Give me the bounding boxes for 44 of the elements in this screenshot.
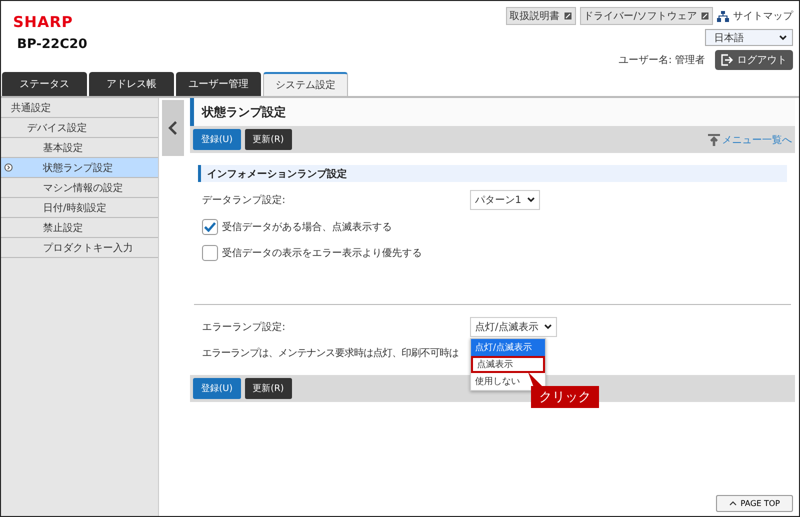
callout-pointer bbox=[528, 372, 544, 388]
logo: SHARP bbox=[13, 13, 74, 31]
pattern-select[interactable]: パターン1 bbox=[470, 190, 540, 210]
description-text: エラーランプは、メンテナンス要求時は点灯、印刷不可時は bbox=[202, 346, 458, 360]
chevron-down-icon bbox=[779, 34, 787, 40]
chevron-down-icon bbox=[527, 197, 536, 203]
page-top-button[interactable]: PAGE TOP bbox=[716, 495, 793, 512]
tab[interactable]: アドレス帳 bbox=[89, 72, 174, 96]
tab[interactable]: ステータス bbox=[2, 72, 87, 96]
user-name: ユーザー名: 管理者 bbox=[618, 54, 705, 67]
current-marker-icon bbox=[4, 163, 13, 172]
logout-icon bbox=[721, 54, 733, 66]
update-button[interactable]: 更新(R) bbox=[244, 378, 292, 399]
sitemap-link[interactable]: サイトマップ bbox=[733, 9, 793, 23]
field-label: エラーランプ設定: bbox=[202, 320, 286, 334]
page-title: 状態ランプ設定 bbox=[190, 98, 795, 126]
checkbox[interactable] bbox=[202, 219, 218, 235]
register-button[interactable]: 登録(U) bbox=[193, 129, 241, 150]
arrow-up-icon bbox=[707, 132, 721, 146]
dropdown-option[interactable]: 点灯/点滅表示 bbox=[471, 339, 545, 356]
collapse-button[interactable] bbox=[162, 100, 184, 156]
external-link-icon bbox=[701, 12, 709, 20]
chevron-down-icon bbox=[544, 324, 552, 330]
sidebar-item[interactable]: 状態ランプ設定 bbox=[1, 158, 158, 178]
tab[interactable]: システム設定 bbox=[263, 72, 348, 96]
tab[interactable]: ユーザー管理 bbox=[176, 72, 261, 96]
register-button[interactable]: 登録(U) bbox=[193, 378, 241, 399]
section-heading: インフォメーションランプ設定 bbox=[198, 165, 787, 182]
error-lamp-select[interactable]: 点灯/点滅表示 bbox=[470, 317, 558, 337]
checkbox-label: 受信データの表示をエラー表示より優先する bbox=[222, 246, 422, 260]
model-name: BP-22C20 bbox=[17, 37, 88, 52]
document-link[interactable]: 取扱説明書 bbox=[506, 7, 576, 25]
sitemap-icon bbox=[717, 10, 729, 22]
update-button[interactable]: 更新(R) bbox=[244, 129, 292, 150]
chevron-up-icon bbox=[728, 501, 737, 506]
dropdown-option[interactable]: 点滅表示 bbox=[471, 356, 545, 373]
checkbox-label: 受信データがある場合、点滅表示する bbox=[222, 220, 392, 234]
document-link[interactable]: ドライバー/ソフトウェア bbox=[580, 7, 713, 25]
checkbox[interactable] bbox=[202, 245, 218, 261]
external-link-icon bbox=[564, 12, 572, 20]
chevron-left-icon bbox=[168, 121, 178, 135]
field-label: データランプ設定: bbox=[202, 194, 286, 207]
logout-button[interactable]: ログアウト bbox=[715, 50, 793, 70]
language-select[interactable]: 日本語 bbox=[705, 29, 793, 46]
